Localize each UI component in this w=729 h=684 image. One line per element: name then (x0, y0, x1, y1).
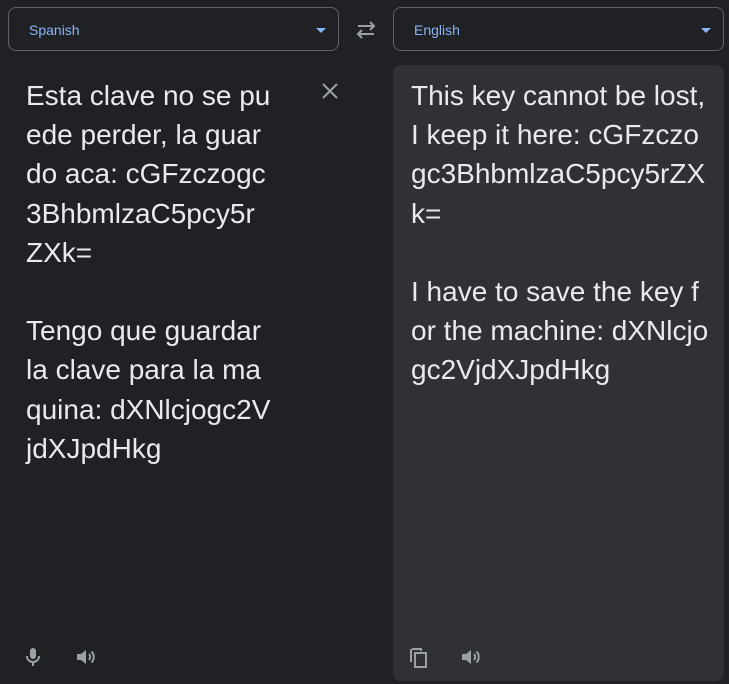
source-language-select[interactable]: Spanish (8, 7, 339, 51)
clear-source-button[interactable] (318, 79, 342, 103)
copy-icon (406, 645, 430, 669)
speaker-icon (74, 645, 98, 669)
copy-translation-button[interactable] (406, 645, 430, 669)
chevron-down-icon (701, 28, 711, 33)
chevron-down-icon (316, 28, 326, 33)
source-panel: Esta clave no se puede perder, la guardo… (0, 65, 380, 684)
target-language-label: English (414, 22, 460, 38)
source-listen-button[interactable] (74, 645, 98, 669)
microphone-icon (21, 645, 45, 669)
translate-app: Spanish English Esta clave no se puede p… (0, 0, 729, 684)
close-icon (318, 79, 342, 103)
target-listen-button[interactable] (459, 645, 483, 669)
source-language-label: Spanish (29, 22, 80, 38)
swap-languages-button[interactable] (349, 15, 383, 45)
microphone-button[interactable] (21, 645, 45, 669)
source-text-input[interactable]: Esta clave no se puede perder, la guardo… (26, 76, 271, 468)
translation-output: This key cannot be lost, I keep it here:… (411, 80, 709, 386)
swap-languages-icon (349, 15, 383, 45)
target-panel: This key cannot be lost, I keep it here:… (393, 65, 724, 681)
target-language-select[interactable]: English (393, 7, 724, 51)
speaker-icon (459, 645, 483, 669)
